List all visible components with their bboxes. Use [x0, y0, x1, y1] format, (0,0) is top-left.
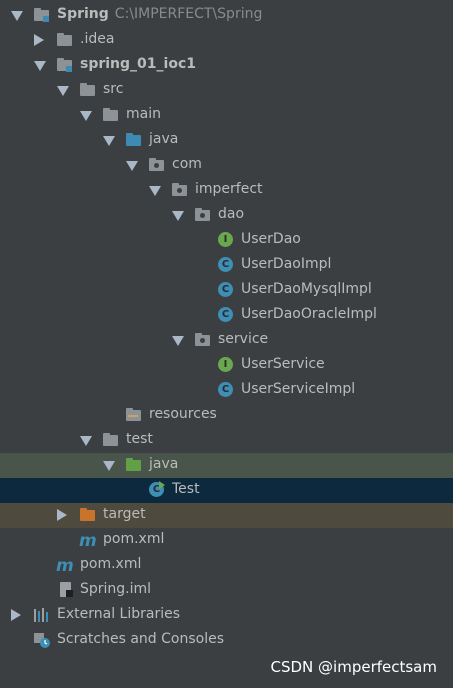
- tree-item-service[interactable]: service: [0, 328, 453, 353]
- project-path: C:\IMPERFECT\Spring: [114, 6, 263, 22]
- expand-arrow-icon[interactable]: [80, 111, 92, 121]
- expand-arrow-icon[interactable]: [126, 161, 138, 171]
- tree-item-label: UserService: [241, 356, 325, 372]
- tree-item-label: java: [149, 456, 179, 472]
- tree-item-java-main[interactable]: java: [0, 128, 453, 153]
- expand-arrow-icon[interactable]: [80, 436, 92, 446]
- iml-file-icon: [58, 582, 76, 598]
- tree-item-label: Scratches and Consoles: [57, 631, 224, 647]
- tree-item-label: External Libraries: [57, 606, 180, 622]
- tree-item-label: Spring.iml: [80, 581, 152, 597]
- tree-item-label: UserDaoImpl: [241, 256, 332, 272]
- tree-item-spring-01-ioc1[interactable]: spring_01_ioc1: [0, 53, 453, 78]
- tree-item-com[interactable]: com: [0, 153, 453, 178]
- tree-item-label: service: [218, 331, 269, 347]
- package-icon: [194, 332, 212, 348]
- class-icon: C: [217, 382, 235, 398]
- tree-item-imperfect[interactable]: imperfect: [0, 178, 453, 203]
- tree-item-label: pom.xml: [103, 531, 165, 547]
- tree-item-label: UserDaoOracleImpl: [241, 306, 377, 322]
- tree-item-label: java: [149, 131, 179, 147]
- resources-folder-icon: [125, 407, 143, 423]
- tree-item-label: src: [103, 81, 124, 97]
- tree-item-label: imperfect: [195, 181, 263, 197]
- module-folder-icon: [56, 57, 74, 73]
- library-icon: [33, 607, 51, 623]
- tree-item-resources[interactable]: resources: [0, 403, 453, 428]
- tree-item-userdao[interactable]: I UserDao: [0, 228, 453, 253]
- collapse-arrow-icon[interactable]: [57, 509, 67, 521]
- module-folder-icon: [33, 7, 51, 23]
- tree-item-external-libraries[interactable]: External Libraries: [0, 603, 453, 628]
- tree-item-label: pom.xml: [80, 556, 142, 572]
- expand-arrow-icon[interactable]: [172, 336, 184, 346]
- tree-item-label: main: [126, 106, 161, 122]
- runnable-class-icon: C: [148, 481, 166, 498]
- tree-item-label: Spring C:\IMPERFECT\Spring: [57, 6, 263, 22]
- tree-item-userdaooracleimpl[interactable]: C UserDaoOracleImpl: [0, 303, 453, 328]
- tree-item-label: com: [172, 156, 202, 172]
- expand-arrow-icon[interactable]: [149, 186, 161, 196]
- tree-item-test-folder[interactable]: test: [0, 428, 453, 453]
- tree-item-scratches[interactable]: Scratches and Consoles: [0, 628, 453, 653]
- tree-item-pom-root[interactable]: m pom.xml: [0, 553, 453, 578]
- tree-item-label: UserServiceImpl: [241, 381, 356, 397]
- class-icon: C: [217, 307, 235, 323]
- expand-arrow-icon[interactable]: [57, 86, 69, 96]
- package-icon: [171, 182, 189, 198]
- package-icon: [194, 207, 212, 223]
- test-folder-icon: [125, 457, 143, 473]
- tree-item-java-test[interactable]: java: [0, 453, 453, 478]
- tree-item-spring[interactable]: Spring C:\IMPERFECT\Spring: [0, 3, 453, 28]
- tree-item-userdaomysqlimpl[interactable]: C UserDaoMysqlImpl: [0, 278, 453, 303]
- expand-arrow-icon[interactable]: [34, 61, 46, 71]
- folder-icon: [102, 107, 120, 123]
- expand-arrow-icon[interactable]: [11, 11, 23, 21]
- tree-item-label: Test: [172, 481, 200, 497]
- scratches-icon: [33, 632, 51, 648]
- folder-icon: [79, 82, 97, 98]
- expand-arrow-icon[interactable]: [103, 136, 115, 146]
- folder-icon: [102, 432, 120, 448]
- tree-item-userserviceimpl[interactable]: C UserServiceImpl: [0, 378, 453, 403]
- tree-item-label: target: [103, 506, 146, 522]
- tree-item-label: .idea: [80, 31, 115, 47]
- interface-icon: I: [217, 357, 235, 373]
- class-icon: C: [217, 257, 235, 273]
- tree-item-label: test: [126, 431, 153, 447]
- maven-icon: m: [56, 556, 74, 576]
- tree-item-src[interactable]: src: [0, 78, 453, 103]
- tree-item-label: UserDaoMysqlImpl: [241, 281, 372, 297]
- tree-item-userservice[interactable]: I UserService: [0, 353, 453, 378]
- class-icon: C: [217, 282, 235, 298]
- tree-item-target[interactable]: target: [0, 503, 453, 528]
- tree-item-spring-iml[interactable]: Spring.iml: [0, 578, 453, 603]
- tree-item-test-class[interactable]: C Test: [0, 478, 453, 503]
- expand-arrow-icon[interactable]: [172, 211, 184, 221]
- watermark: CSDN @imperfectsam: [270, 658, 438, 676]
- tree-item-pom-module[interactable]: m pom.xml: [0, 528, 453, 553]
- svg-text:m: m: [79, 532, 97, 548]
- svg-text:m: m: [56, 557, 74, 573]
- collapse-arrow-icon[interactable]: [34, 34, 44, 46]
- tree-item-label: resources: [149, 406, 217, 422]
- tree-item-idea[interactable]: .idea: [0, 28, 453, 53]
- folder-icon: [56, 32, 74, 48]
- expand-arrow-icon[interactable]: [103, 461, 115, 471]
- tree-item-label: UserDao: [241, 231, 301, 247]
- tree-item-label: spring_01_ioc1: [80, 56, 196, 72]
- excluded-folder-icon: [79, 507, 97, 523]
- collapse-arrow-icon[interactable]: [11, 609, 21, 621]
- maven-icon: m: [79, 531, 97, 551]
- tree-item-dao[interactable]: dao: [0, 203, 453, 228]
- interface-icon: I: [217, 232, 235, 248]
- tree-item-label: dao: [218, 206, 245, 222]
- package-icon: [148, 157, 166, 173]
- source-folder-icon: [125, 132, 143, 148]
- tree-item-userdaoimpl[interactable]: C UserDaoImpl: [0, 253, 453, 278]
- tree-item-main[interactable]: main: [0, 103, 453, 128]
